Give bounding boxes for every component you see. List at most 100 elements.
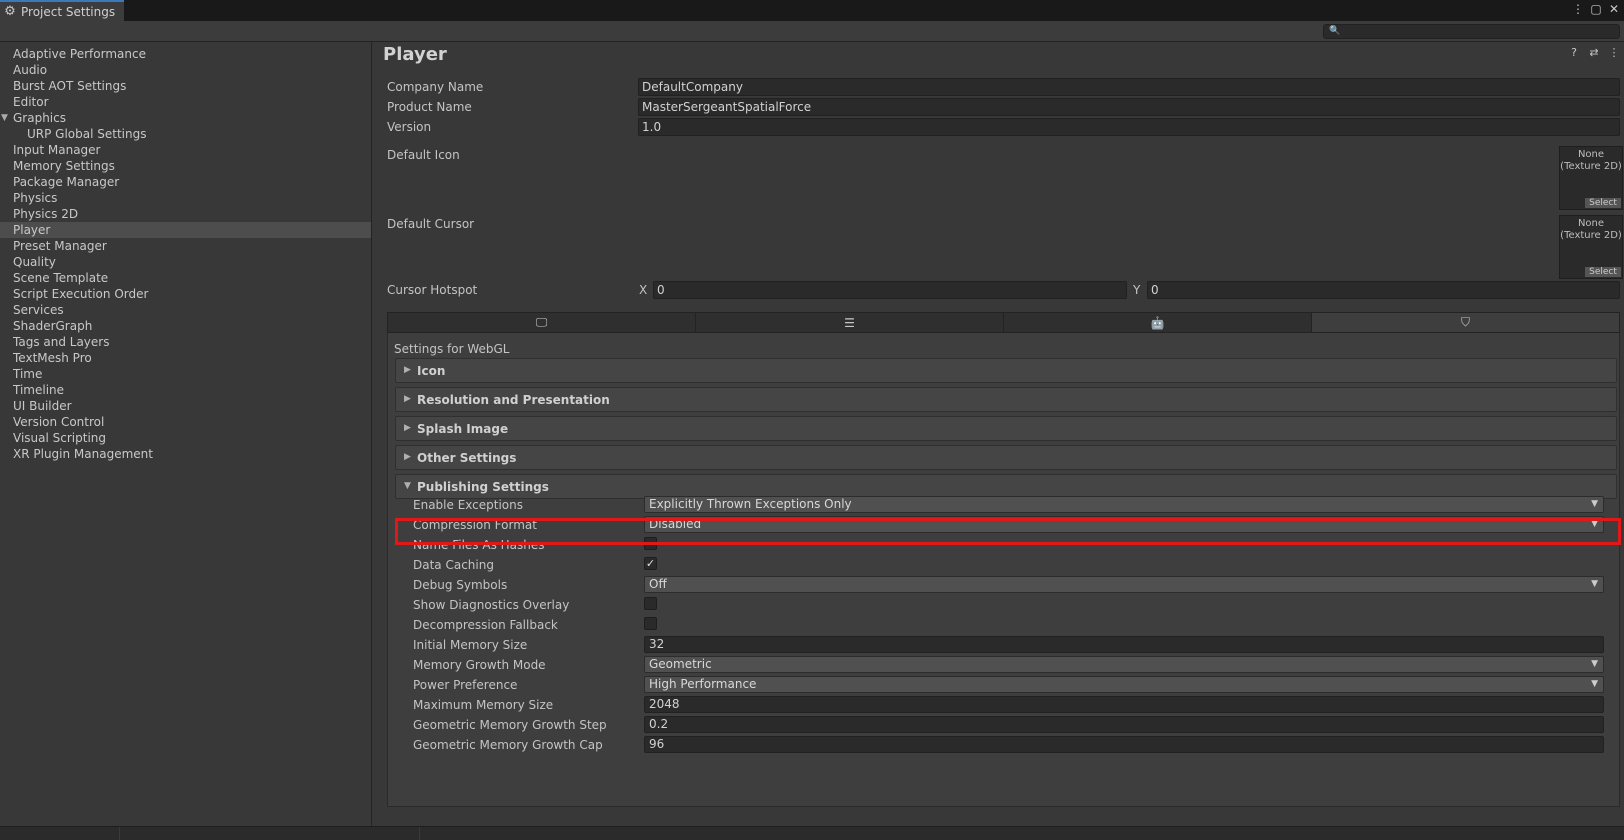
more-options-icon[interactable]: ⋮ [1608,47,1620,59]
initial-memory-size-label: Initial Memory Size [413,638,528,652]
dropdown-value: Explicitly Thrown Exceptions Only [649,497,852,511]
tab-standalone[interactable]: 🖵 [388,313,696,332]
section-title: Publishing Settings [417,480,549,494]
highlight-box [395,518,1621,545]
search-input[interactable]: 🔍 [1323,24,1620,39]
project-settings-tab[interactable]: ⚙ Project Settings [0,0,124,21]
sidebar-item-memory-settings[interactable]: Memory Settings [0,158,371,174]
help-icon[interactable]: ? [1568,47,1580,59]
decompression-fallback-checkbox[interactable] [644,617,657,630]
platform-tabs: 🖵 ☰ 🤖 ⛉ [387,312,1620,333]
sidebar-item-script-execution-order[interactable]: Script Execution Order [0,286,371,302]
dropdown-arrow-icon: ▼ [1591,579,1598,589]
sidebar-item-tags-and-layers[interactable]: Tags and Layers [0,334,371,350]
sidebar-item-visual-scripting[interactable]: Visual Scripting [0,430,371,446]
geometric-memory-growth-step-field[interactable]: 0.2 [644,716,1604,733]
tab-server[interactable]: ☰ [696,313,1004,332]
select-button[interactable]: Select [1585,267,1621,277]
section-title: Splash Image [417,422,509,436]
show-diagnostics-overlay-label: Show Diagnostics Overlay [413,598,570,612]
product-name-label: Product Name [387,100,472,114]
sidebar-item-package-manager[interactable]: Package Manager [0,174,371,190]
geometric-memory-growth-cap-field[interactable]: 96 [644,736,1604,753]
show-diagnostics-overlay-checkbox[interactable] [644,597,657,610]
cursor-hotspot-x-field[interactable]: 0 [653,281,1127,299]
sidebar-item-urp-global-settings[interactable]: URP Global Settings [0,126,371,142]
sidebar-item-physics-2d[interactable]: Physics 2D [0,206,371,222]
sidebar-item-time[interactable]: Time [0,366,371,382]
maximum-memory-size-field[interactable]: 2048 [644,696,1604,713]
memory-growth-mode-label: Memory Growth Mode [413,658,546,672]
sidebar-item-burst-aot-settings[interactable]: Burst AOT Settings [0,78,371,94]
memory-growth-mode-dropdown[interactable]: Geometric ▼ [644,656,1604,673]
dropdown-arrow-icon: ▼ [1591,499,1598,509]
tab-webgl[interactable]: ⛉ [1312,313,1619,332]
sidebar-item-input-manager[interactable]: Input Manager [0,142,371,158]
enable-exceptions-dropdown[interactable]: Explicitly Thrown Exceptions Only ▼ [644,496,1604,513]
section-title: Other Settings [417,451,517,465]
android-icon: 🤖 [1150,315,1165,330]
dropdown-arrow-icon: ▼ [1591,659,1598,669]
sidebar-item-quality[interactable]: Quality [0,254,371,270]
debug-symbols-label: Debug Symbols [413,578,508,592]
data-caching-checkbox[interactable]: ✓ [644,557,657,570]
sidebar-item-adaptive-performance[interactable]: Adaptive Performance [0,46,371,62]
expand-arrow-icon[interactable]: ▼ [1,110,8,126]
default-icon-label: Default Icon [387,148,460,162]
section-title: Icon [417,364,446,378]
sidebar-item-scene-template[interactable]: Scene Template [0,270,371,286]
cursor-hotspot-y-field[interactable]: 0 [1147,281,1620,299]
section-title: Resolution and Presentation [417,393,610,407]
tab-android[interactable]: 🤖 [1004,313,1312,332]
sidebar-item-version-control[interactable]: Version Control [0,414,371,430]
sidebar-item-xr-plugin-management[interactable]: XR Plugin Management [0,446,371,462]
sidebar-item-textmesh-pro[interactable]: TextMesh Pro [0,350,371,366]
title-bar: ⚙ Project Settings ⋮ ▢ ✕ [0,0,1624,21]
y-label: Y [1133,283,1141,297]
gear-icon: ⚙ [4,4,16,19]
collapsed-arrow-icon: ▶ [404,394,411,404]
sidebar-item-shadergraph[interactable]: ShaderGraph [0,318,371,334]
version-field[interactable]: 1.0 [638,118,1620,136]
webgl-settings-panel: Settings for WebGL ▶ Icon ▶ Resolution a… [387,333,1620,807]
collapsed-arrow-icon: ▶ [404,452,411,462]
html5-icon: ⛉ [1460,315,1470,329]
settings-sidebar: Adaptive Performance Audio Burst AOT Set… [0,42,372,826]
maximum-memory-size-label: Maximum Memory Size [413,698,554,712]
collapsed-arrow-icon: ▶ [404,365,411,375]
section-other-settings[interactable]: ▶ Other Settings [395,445,1617,470]
settings-for-label: Settings for WebGL [394,342,510,356]
initial-memory-size-field[interactable]: 32 [644,636,1604,653]
tab-title: Project Settings [21,4,116,19]
search-row: 🔍 [0,21,1624,42]
presets-icon[interactable]: ⇄ [1588,47,1600,59]
default-icon-texture-slot[interactable]: None (Texture 2D) Select [1559,146,1623,210]
section-icon[interactable]: ▶ Icon [395,358,1617,383]
status-bar [0,826,1624,840]
section-resolution-and-presentation[interactable]: ▶ Resolution and Presentation [395,387,1617,412]
more-options-icon[interactable]: ⋮ [1572,2,1584,16]
section-splash-image[interactable]: ▶ Splash Image [395,416,1617,441]
collapsed-arrow-icon: ▶ [404,423,411,433]
version-label: Version [387,120,432,134]
select-button[interactable]: Select [1585,198,1621,208]
debug-symbols-dropdown[interactable]: Off ▼ [644,576,1604,593]
texture-none-text: None [1577,149,1605,160]
maximize-icon[interactable]: ▢ [1590,2,1602,16]
sidebar-item-audio[interactable]: Audio [0,62,371,78]
product-name-field[interactable]: MasterSergeantSpatialForce [638,98,1620,116]
sidebar-item-graphics[interactable]: ▼ Graphics [0,110,371,126]
sidebar-item-preset-manager[interactable]: Preset Manager [0,238,371,254]
company-name-field[interactable]: DefaultCompany [638,78,1620,96]
power-preference-dropdown[interactable]: High Performance ▼ [644,676,1604,693]
sidebar-item-timeline[interactable]: Timeline [0,382,371,398]
expanded-arrow-icon: ▼ [404,481,411,491]
sidebar-item-player[interactable]: Player [0,222,371,238]
sidebar-item-editor[interactable]: Editor [0,94,371,110]
dropdown-value: High Performance [649,677,757,691]
default-cursor-texture-slot[interactable]: None (Texture 2D) Select [1559,215,1623,279]
sidebar-item-ui-builder[interactable]: UI Builder [0,398,371,414]
close-icon[interactable]: ✕ [1608,2,1620,16]
sidebar-item-physics[interactable]: Physics [0,190,371,206]
sidebar-item-services[interactable]: Services [0,302,371,318]
